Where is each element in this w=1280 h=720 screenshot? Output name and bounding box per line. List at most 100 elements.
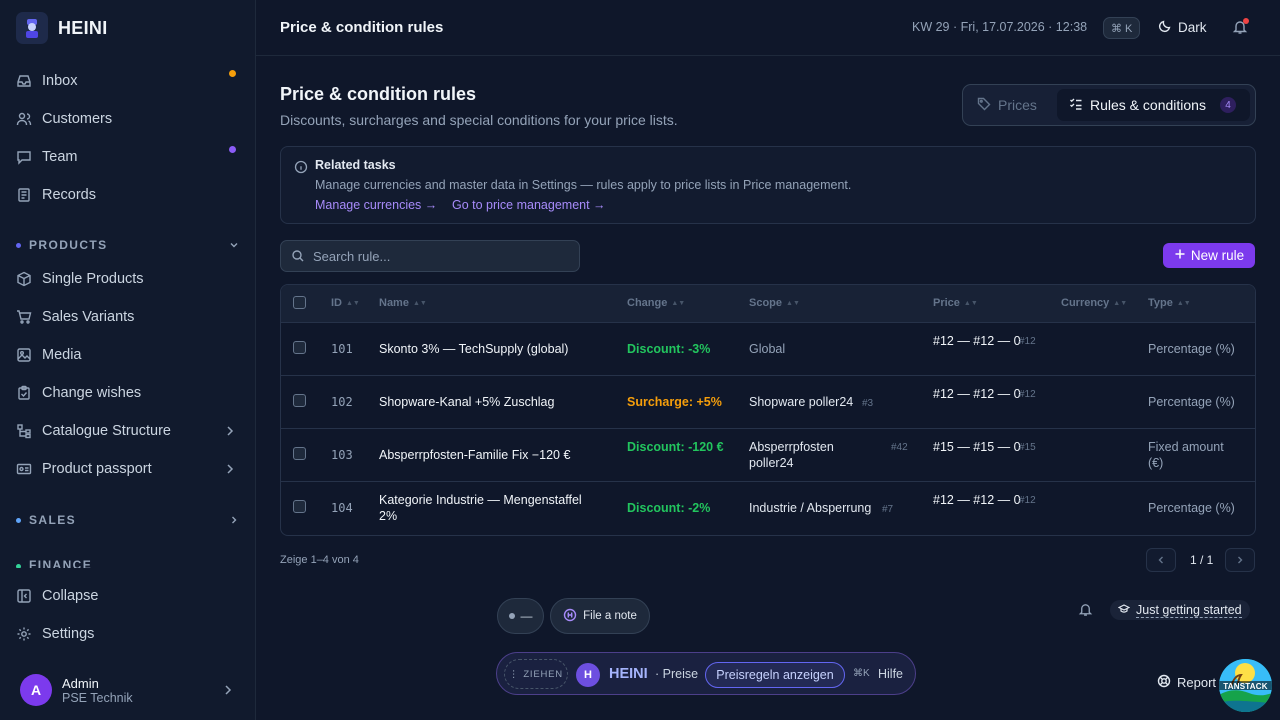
- team-status-dot: [229, 146, 236, 153]
- rules-count-badge: 4: [1220, 97, 1236, 113]
- assistant-context: · Preise: [655, 667, 699, 681]
- nav-inbox[interactable]: Inbox: [8, 64, 248, 98]
- nav-change-wishes[interactable]: Change wishes: [8, 376, 248, 410]
- row-scope: Absperrpfosten poller24: [749, 440, 834, 470]
- row-checkbox[interactable]: [293, 394, 306, 407]
- section-products[interactable]: PRODUCTS: [16, 235, 240, 255]
- column-currency-label: Currency: [1061, 297, 1110, 309]
- column-header-name[interactable]: Name ▲▼: [379, 297, 427, 309]
- gear-icon: [16, 626, 32, 642]
- row-name: Absperrpfosten-Familie Fix −120 €: [379, 448, 571, 462]
- new-rule-button[interactable]: New rule: [1163, 243, 1255, 268]
- nav-records[interactable]: Records: [8, 178, 248, 212]
- status-toggle[interactable]: —: [497, 598, 544, 634]
- column-price-label: Price: [933, 297, 960, 309]
- sort-icon: ▲▼: [963, 299, 978, 307]
- brand-logo-icon: [16, 12, 48, 44]
- row-checkbox[interactable]: [293, 341, 306, 354]
- image-icon: [16, 347, 32, 363]
- sort-icon: ▲▼: [1113, 299, 1128, 307]
- row-checkbox[interactable]: [293, 447, 306, 460]
- table-row[interactable]: 104 Kategorie Industrie — Mengenstaffel …: [281, 482, 1255, 535]
- nav-customers[interactable]: Customers: [8, 102, 248, 136]
- report-button[interactable]: Report: [1157, 674, 1216, 691]
- column-id-label: ID: [331, 297, 342, 309]
- price-management-link[interactable]: Go to price management →: [452, 198, 606, 212]
- moon-icon: [1158, 19, 1172, 36]
- help-button[interactable]: Hilfe: [878, 667, 903, 681]
- theme-label: Dark: [1178, 20, 1207, 35]
- nav-sales-variants[interactable]: Sales Variants: [8, 300, 248, 334]
- user-name: Admin: [62, 675, 99, 691]
- nav-product-passport[interactable]: Product passport: [8, 452, 248, 486]
- related-tasks-title: Related tasks: [315, 158, 396, 172]
- tab-prices[interactable]: Prices: [977, 89, 1037, 121]
- theme-toggle[interactable]: Dark: [1158, 19, 1207, 36]
- file-note-button[interactable]: File a note: [550, 598, 650, 634]
- user-info: Admin PSE Technik: [62, 676, 133, 705]
- related-tasks-text: Manage currencies and master data in Set…: [315, 178, 852, 192]
- nav-customers-label: Customers: [42, 111, 113, 127]
- assistant-dock: ⋮ ZIEHEN H HEINI · Preise Preisregeln an…: [496, 652, 916, 695]
- bell-icon[interactable]: [1078, 602, 1093, 620]
- command-shortcut[interactable]: ⌘ K: [1103, 17, 1141, 39]
- column-header-price[interactable]: Price ▲▼: [933, 297, 978, 309]
- column-type-label: Type: [1148, 297, 1173, 309]
- nav-team[interactable]: Team: [8, 140, 248, 174]
- column-header-id[interactable]: ID ▲▼: [331, 297, 360, 309]
- row-price: #12 — #12 — 0: [933, 493, 1021, 507]
- row-checkbox[interactable]: [293, 500, 306, 513]
- table-row[interactable]: 101 Skonto 3% — TechSupply (global) Disc…: [281, 323, 1255, 376]
- prev-page-button[interactable]: [1146, 548, 1176, 572]
- section-sales[interactable]: SALES: [16, 510, 240, 530]
- collapse-icon: [16, 588, 32, 604]
- brand[interactable]: HEINI: [16, 12, 108, 44]
- nav-media-label: Media: [42, 347, 82, 363]
- brand-name: HEINI: [58, 17, 108, 38]
- next-page-button[interactable]: [1225, 548, 1255, 572]
- row-id: 101: [331, 342, 353, 356]
- row-id: 104: [331, 501, 353, 515]
- nav-catalogue-structure[interactable]: Catalogue Structure: [8, 414, 248, 448]
- checklist-icon: [1069, 97, 1083, 114]
- getting-started-label: Just getting started: [1136, 602, 1242, 618]
- avatar: A: [20, 674, 52, 706]
- drag-handle[interactable]: ⋮ ZIEHEN: [504, 659, 568, 689]
- getting-started-button[interactable]: Just getting started: [1110, 600, 1250, 620]
- view-tabs: Prices Rules & conditions 4: [962, 84, 1256, 126]
- column-scope-label: Scope: [749, 297, 783, 309]
- info-icon: [294, 160, 308, 177]
- search-input[interactable]: [313, 241, 573, 271]
- manage-currencies-link[interactable]: Manage currencies →: [315, 198, 437, 212]
- assistant-avatar: H: [576, 663, 600, 687]
- show-price-rules-button[interactable]: Preisregeln anzeigen: [705, 662, 845, 688]
- row-name: Kategorie Industrie — Mengenstaffel 2%: [379, 493, 582, 523]
- nav-single-products[interactable]: Single Products: [8, 262, 248, 296]
- tab-rules-conditions[interactable]: Rules & conditions 4: [1057, 89, 1250, 121]
- section-dot: [16, 242, 21, 248]
- column-header-change[interactable]: Change ▲▼: [627, 297, 685, 309]
- nav-media[interactable]: Media: [8, 338, 248, 372]
- chevron-right-icon: [1235, 553, 1245, 568]
- file-note-label: File a note: [583, 610, 637, 622]
- table-row[interactable]: 103 Absperrpfosten-Familie Fix −120 € Di…: [281, 429, 1255, 482]
- nav-settings[interactable]: Settings: [8, 617, 248, 651]
- column-header-currency[interactable]: Currency ▲▼: [1061, 297, 1127, 309]
- section-dot: [16, 564, 21, 568]
- status-dash: —: [520, 609, 533, 623]
- nav-collapse[interactable]: Collapse: [8, 579, 248, 613]
- column-header-scope[interactable]: Scope ▲▼: [749, 297, 800, 309]
- search-icon: [291, 249, 305, 266]
- section-finance[interactable]: FINANCE: [16, 558, 240, 568]
- select-all-checkbox[interactable]: [293, 296, 306, 309]
- tag-icon: [977, 97, 991, 114]
- column-header-type[interactable]: Type ▲▼: [1148, 297, 1191, 309]
- chevron-left-icon: [1156, 553, 1166, 568]
- user-menu[interactable]: A Admin PSE Technik: [20, 674, 240, 706]
- drag-label: ZIEHEN: [523, 668, 563, 680]
- tanstack-devtools-logo[interactable]: TANSTACK: [1219, 659, 1272, 712]
- table-row[interactable]: 102 Shopware-Kanal +5% Zuschlag Surcharg…: [281, 376, 1255, 429]
- nav-single-products-label: Single Products: [42, 271, 144, 287]
- tanstack-logo-text: TANSTACK: [1223, 682, 1268, 691]
- row-price-tag: #15: [1019, 442, 1036, 453]
